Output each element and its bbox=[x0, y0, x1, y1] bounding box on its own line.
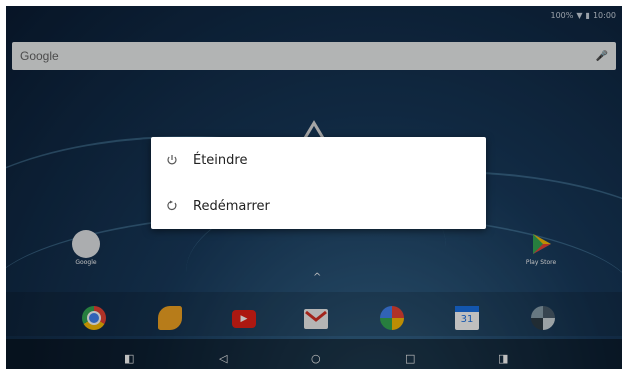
power-off-button[interactable]: Éteindre bbox=[151, 137, 486, 183]
power-menu-dialog: Éteindre Redémarrer bbox=[151, 137, 486, 229]
restart-icon bbox=[165, 199, 179, 213]
screen-frame: 100% ▼ ▮ 10:00 Google 🎤 Google Play Stor… bbox=[0, 0, 628, 371]
power-icon bbox=[165, 153, 179, 167]
restart-label: Redémarrer bbox=[193, 198, 270, 214]
power-off-label: Éteindre bbox=[193, 152, 248, 168]
restart-button[interactable]: Redémarrer bbox=[151, 183, 486, 229]
home-screen: 100% ▼ ▮ 10:00 Google 🎤 Google Play Stor… bbox=[6, 6, 622, 369]
